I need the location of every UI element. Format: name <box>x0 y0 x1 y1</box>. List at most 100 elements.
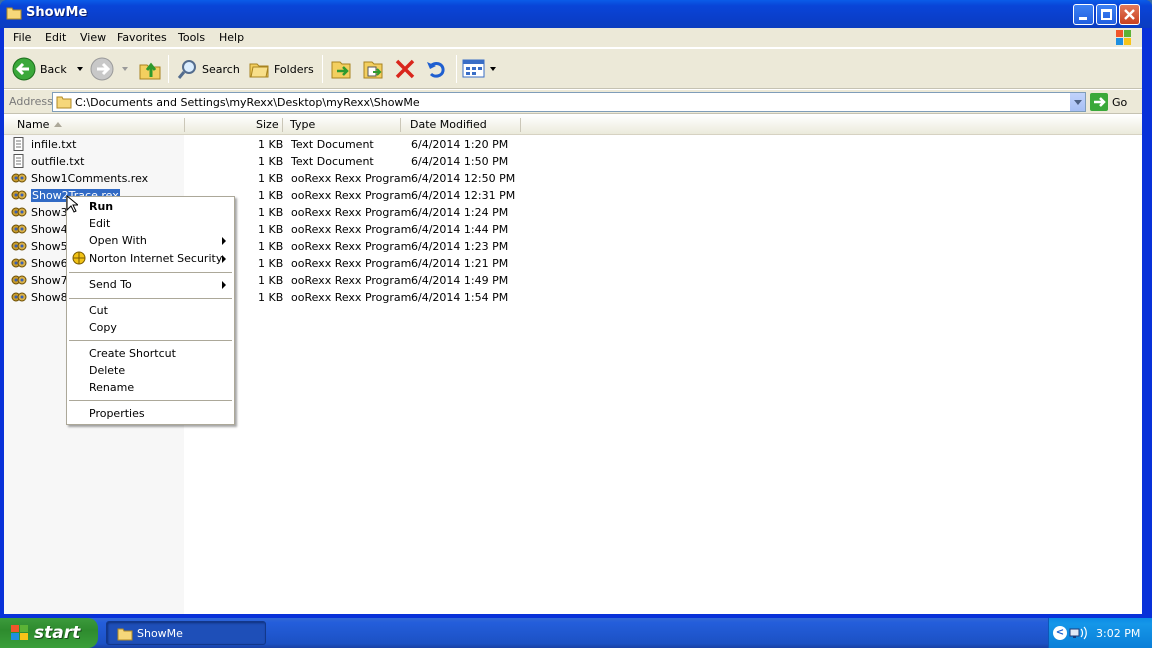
column-header-type[interactable]: Type <box>290 118 315 131</box>
folders-icon <box>249 63 269 78</box>
address-bar: Address C:\Documents and Settings\myRexx… <box>4 90 1142 114</box>
file-date-modified: 6/4/2014 12:31 PM <box>411 189 516 202</box>
sort-ascending-icon <box>54 122 62 127</box>
file-size: 1 KB <box>258 291 284 304</box>
menu-separator <box>69 298 232 299</box>
rexx-file-icon <box>11 173 27 183</box>
file-size: 1 KB <box>258 172 284 185</box>
go-button[interactable]: Go <box>1090 92 1127 112</box>
address-input[interactable]: C:\Documents and Settings\myRexx\Desktop… <box>52 92 1086 112</box>
copy-to-icon <box>363 61 383 79</box>
views-button[interactable] <box>462 55 496 83</box>
file-size: 1 KB <box>258 189 284 202</box>
folder-icon <box>56 96 72 109</box>
toolbar: Back Search Folders <box>4 49 1142 89</box>
file-date-modified: 6/4/2014 1:23 PM <box>411 240 509 253</box>
file-size: 1 KB <box>258 240 284 253</box>
views-icon <box>462 59 485 78</box>
submenu-arrow-icon <box>222 237 226 245</box>
toolbar-separator <box>322 55 323 83</box>
clock[interactable]: 3:02 PM <box>1096 627 1140 640</box>
menu-item-open-with[interactable]: Open With <box>89 234 147 247</box>
file-date-modified: 6/4/2014 1:50 PM <box>411 155 509 168</box>
column-header-size[interactable]: Size <box>256 118 279 131</box>
delete-x-icon <box>395 59 415 79</box>
rexx-file-icon <box>11 258 27 268</box>
menu-item-norton-internet-security[interactable]: Norton Internet Security <box>89 252 222 265</box>
column-divider[interactable] <box>184 118 185 132</box>
menu-item-rename[interactable]: Rename <box>89 381 134 394</box>
search-button[interactable]: Search <box>176 55 240 83</box>
up-folder-button[interactable] <box>138 55 162 83</box>
menu-item-edit[interactable]: Edit <box>89 217 110 230</box>
forward-button[interactable] <box>90 55 128 83</box>
start-button[interactable]: start <box>0 618 98 648</box>
menu-item-send-to[interactable]: Send To <box>89 278 132 291</box>
minimize-icon <box>1079 17 1087 20</box>
menu-favorites[interactable]: Favorites <box>117 31 167 44</box>
file-row[interactable]: outfile.txt 1 KB Text Document 6/4/2014 1:5… <box>4 153 524 170</box>
folder-icon <box>117 628 133 641</box>
file-row[interactable]: infile.txt 1 KB Text Document 6/4/2014 1:20… <box>4 136 524 153</box>
back-button[interactable]: Back <box>12 55 83 83</box>
folder-icon <box>6 7 22 20</box>
file-size: 1 KB <box>258 223 284 236</box>
network-icon[interactable] <box>1069 625 1089 641</box>
taskbar: start ShowMe < 3:02 PM <box>0 618 1152 648</box>
undo-button[interactable] <box>424 55 448 83</box>
menu-item-run[interactable]: Run <box>89 200 113 213</box>
close-button[interactable] <box>1119 4 1140 25</box>
file-type: Text Document <box>291 155 374 168</box>
folders-button[interactable]: Folders <box>248 55 314 83</box>
up-folder-icon <box>139 62 161 80</box>
column-header-name[interactable]: Name <box>17 118 49 131</box>
menu-file[interactable]: File <box>13 31 31 44</box>
submenu-arrow-icon <box>222 255 226 263</box>
file-type: ooRexx Rexx Program <box>291 291 412 304</box>
file-name: outfile.txt <box>31 155 85 168</box>
toolbar-separator <box>456 55 457 83</box>
file-name: infile.txt <box>31 138 77 151</box>
file-date-modified: 6/4/2014 1:20 PM <box>411 138 509 151</box>
forward-dropdown-icon[interactable] <box>122 67 128 71</box>
text-file-icon <box>13 137 24 151</box>
minimize-button[interactable] <box>1073 4 1094 25</box>
column-divider[interactable] <box>400 118 401 132</box>
undo-icon <box>427 62 445 78</box>
menu-edit[interactable]: Edit <box>45 31 66 44</box>
back-dropdown-icon[interactable] <box>76 67 83 71</box>
menu-separator <box>69 272 232 273</box>
menu-view[interactable]: View <box>80 31 106 44</box>
column-header-date-modified[interactable]: Date Modified <box>410 118 487 131</box>
delete-button[interactable] <box>393 55 417 83</box>
menu-item-delete[interactable]: Delete <box>89 364 125 377</box>
maximize-button[interactable] <box>1096 4 1117 25</box>
back-arrow-icon <box>12 57 36 81</box>
maximize-icon <box>1101 9 1112 20</box>
rexx-file-icon <box>11 190 27 200</box>
column-divider[interactable] <box>520 118 521 132</box>
file-date-modified: 6/4/2014 1:21 PM <box>411 257 509 270</box>
file-row[interactable]: Show1Comments.rex 1 KB ooRexx Rexx Program… <box>4 170 524 187</box>
copy-to-button[interactable] <box>361 55 385 83</box>
menu-item-create-shortcut[interactable]: Create Shortcut <box>89 347 176 360</box>
column-divider[interactable] <box>282 118 283 132</box>
title-bar[interactable]: ShowMe <box>0 0 1152 28</box>
windows-flag-icon <box>11 625 28 640</box>
views-dropdown-icon[interactable] <box>490 67 496 71</box>
search-icon <box>177 60 196 79</box>
file-type: Text Document <box>291 138 374 151</box>
menu-item-cut[interactable]: Cut <box>89 304 108 317</box>
toolbar-separator <box>168 55 169 83</box>
move-to-button[interactable] <box>329 55 353 83</box>
menu-item-copy[interactable]: Copy <box>89 321 117 334</box>
mouse-cursor-icon <box>66 195 78 213</box>
taskbar-item-showme[interactable]: ShowMe <box>106 621 266 645</box>
show-hidden-icons-button[interactable]: < <box>1053 626 1067 640</box>
menu-tools[interactable]: Tools <box>178 31 205 44</box>
menu-item-properties[interactable]: Properties <box>89 407 145 420</box>
menu-help[interactable]: Help <box>219 31 244 44</box>
file-size: 1 KB <box>258 155 284 168</box>
file-size: 1 KB <box>258 257 284 270</box>
address-dropdown-button[interactable] <box>1069 93 1085 111</box>
